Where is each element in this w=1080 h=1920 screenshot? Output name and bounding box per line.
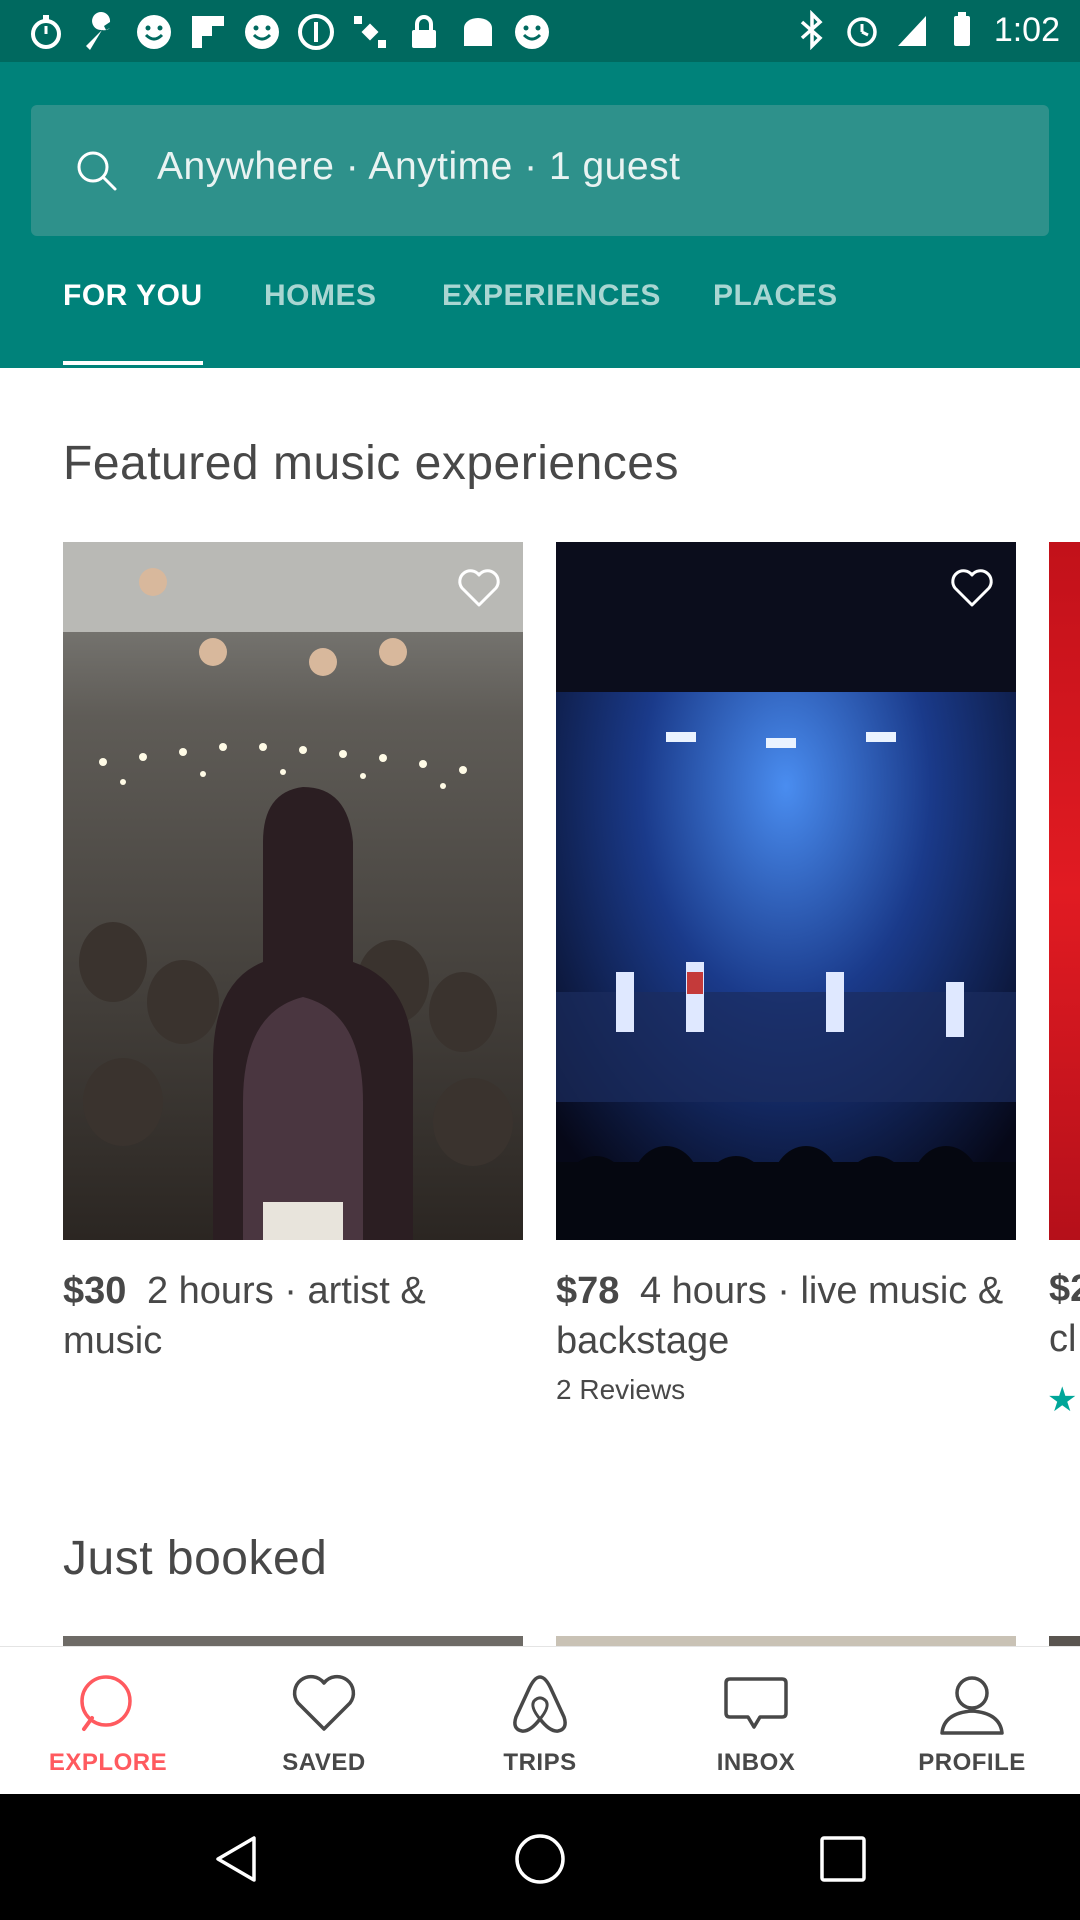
status-right: 1:02 [794, 10, 1060, 50]
alarm-icon [847, 17, 877, 47]
tab-for-you[interactable]: FOR YOU [63, 277, 203, 368]
heart-icon [292, 1674, 356, 1731]
heart-icon[interactable] [950, 568, 994, 608]
satellite-icon [354, 16, 386, 48]
price: $30 [63, 1270, 127, 1312]
header: Anywhere · Anytime · 1 guest FOR YOU HOM… [0, 62, 1080, 368]
nav-label: EXPLORE [48, 1749, 168, 1776]
section-title-just-booked: Just booked [63, 1532, 328, 1585]
partially-visible-description: cl [1049, 1318, 1077, 1360]
nav-profile[interactable]: PROFILE [864, 1647, 1080, 1795]
tab-label: HOMES [264, 279, 377, 312]
back-icon[interactable] [210, 1832, 264, 1886]
price: $78 [556, 1270, 620, 1312]
experience-photo[interactable] [63, 542, 523, 1240]
signal-icon [897, 16, 926, 46]
system-navigation-bar [0, 1794, 1080, 1920]
nav-inbox[interactable]: INBOX [648, 1647, 864, 1795]
nav-trips[interactable]: TRIPS [432, 1647, 648, 1795]
nav-label: TRIPS [503, 1749, 577, 1776]
tab-experiences[interactable]: EXPERIENCES [442, 277, 661, 368]
concert-stage-photo [556, 542, 1016, 1240]
notification-icons [26, 12, 552, 52]
smiley-icon [515, 15, 549, 49]
status-bar: 1:02 [0, 0, 1080, 62]
section-title-featured: Featured music experiences [63, 437, 679, 490]
partially-visible-price: $2 [1049, 1268, 1080, 1310]
booked-card-preview[interactable] [1049, 1636, 1080, 1646]
concert-crowd-photo [63, 542, 523, 1240]
experience-card[interactable]: $78 4 hours · live music & backstage 2 R… [556, 542, 1016, 1406]
category-tabs: FOR YOU HOMES EXPERIENCES PLACES [0, 277, 1080, 368]
nav-explore[interactable]: EXPLORE [0, 1647, 216, 1795]
chat-bubble-icon [724, 1677, 788, 1729]
search-icon [80, 1675, 132, 1731]
circle-icon [298, 14, 334, 50]
tab-homes[interactable]: HOMES [264, 277, 377, 368]
heart-icon[interactable] [457, 568, 501, 608]
person-icon [940, 1676, 1004, 1735]
recents-icon[interactable] [816, 1832, 870, 1886]
airbnb-logo-icon [513, 1675, 567, 1733]
battery-icon [953, 12, 970, 46]
search-icon [77, 151, 117, 191]
tab-label: FOR YOU [63, 279, 203, 312]
lock-icon [412, 15, 436, 48]
experience-card[interactable]: $30 2 hours · artist & music [63, 542, 523, 1366]
tab-places[interactable]: PLACES [713, 277, 838, 368]
bluetooth-icon [800, 10, 823, 50]
smiley-icon [137, 15, 171, 49]
card-details: $30 2 hours · artist & music [63, 1266, 523, 1366]
smiley-icon [245, 15, 279, 49]
tab-label: EXPERIENCES [442, 279, 661, 312]
nav-label: INBOX [716, 1749, 796, 1776]
card-description: 4 hours · live music & backstage [556, 1270, 1004, 1362]
search-bar[interactable]: Anywhere · Anytime · 1 guest [31, 105, 1049, 236]
nav-label: PROFILE [918, 1749, 1026, 1776]
clock: 1:02 [993, 10, 1060, 49]
search-summary: Anywhere · Anytime · 1 guest [157, 145, 681, 188]
review-count: 2 Reviews [556, 1374, 686, 1405]
experience-photo[interactable] [556, 542, 1016, 1240]
home-icon[interactable] [513, 1832, 567, 1886]
bottom-navigation: EXPLORE SAVED TRIPS INBOX PROFILE [0, 1646, 1080, 1794]
tab-label: PLACES [713, 279, 838, 312]
partially-visible-card-photo[interactable] [1049, 542, 1080, 1240]
nav-saved[interactable]: SAVED [216, 1647, 432, 1795]
star-icon: ★ [1047, 1381, 1078, 1419]
nav-label: SAVED [282, 1749, 366, 1776]
flipboard-icon [192, 16, 224, 48]
toast-icon [464, 18, 492, 46]
card-details: $78 4 hours · live music & backstage [556, 1266, 1016, 1366]
stopwatch-icon [31, 15, 61, 49]
booked-card-preview[interactable] [556, 1636, 1016, 1646]
wrench-icon [86, 12, 111, 50]
booked-card-preview[interactable] [63, 1636, 523, 1646]
